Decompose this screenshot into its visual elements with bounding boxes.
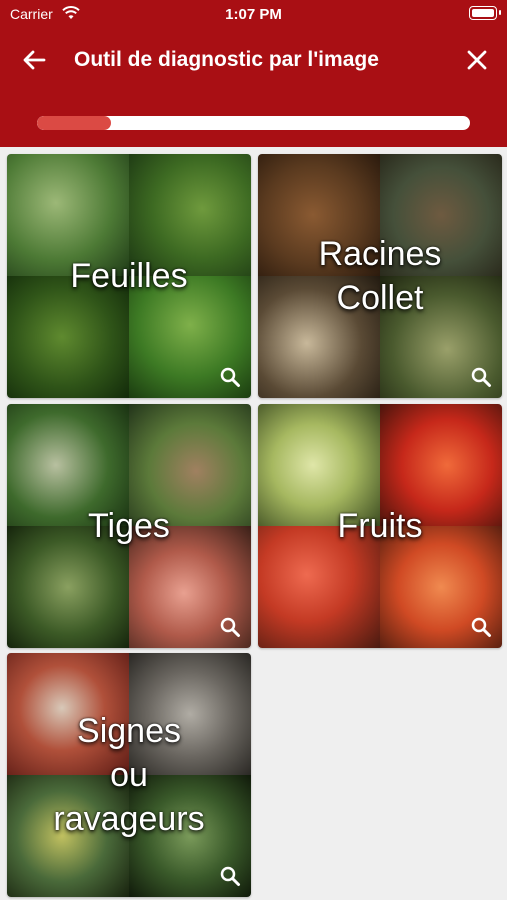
category-label: Tiges bbox=[88, 507, 170, 545]
category-card-signes-ravageurs[interactable]: Signes ou ravageurs bbox=[7, 653, 251, 897]
magnifier-icon bbox=[220, 866, 240, 886]
magnifier-icon bbox=[471, 617, 491, 637]
category-card-fruits[interactable]: Fruits bbox=[258, 404, 502, 648]
page-title: Outil de diagnostic par l'image bbox=[74, 48, 379, 71]
progress-fill bbox=[37, 116, 111, 130]
progress-bar bbox=[37, 116, 470, 130]
arrow-left-icon[interactable] bbox=[18, 46, 50, 74]
category-label: Racines Collet bbox=[318, 235, 442, 317]
magnifier-icon bbox=[471, 367, 491, 387]
clock: 1:07 PM bbox=[225, 6, 282, 23]
category-label: Fruits bbox=[337, 507, 423, 545]
category-card-feuilles[interactable]: Feuilles bbox=[7, 154, 251, 398]
app-header: Carrier 1:07 PM Outil de diagnostic par … bbox=[0, 0, 507, 147]
category-label: Signes ou ravageurs bbox=[53, 712, 205, 838]
category-label: Feuilles bbox=[70, 257, 188, 295]
navigation-bar: Outil de diagnostic par l'image bbox=[0, 38, 507, 82]
close-icon[interactable] bbox=[463, 46, 491, 74]
battery-icon bbox=[469, 6, 501, 20]
magnifier-icon bbox=[220, 617, 240, 637]
magnifier-icon bbox=[220, 367, 240, 387]
category-card-tiges[interactable]: Tiges bbox=[7, 404, 251, 648]
status-bar: Carrier 1:07 PM bbox=[0, 0, 507, 28]
category-card-racines-collet[interactable]: Racines Collet bbox=[258, 154, 502, 398]
